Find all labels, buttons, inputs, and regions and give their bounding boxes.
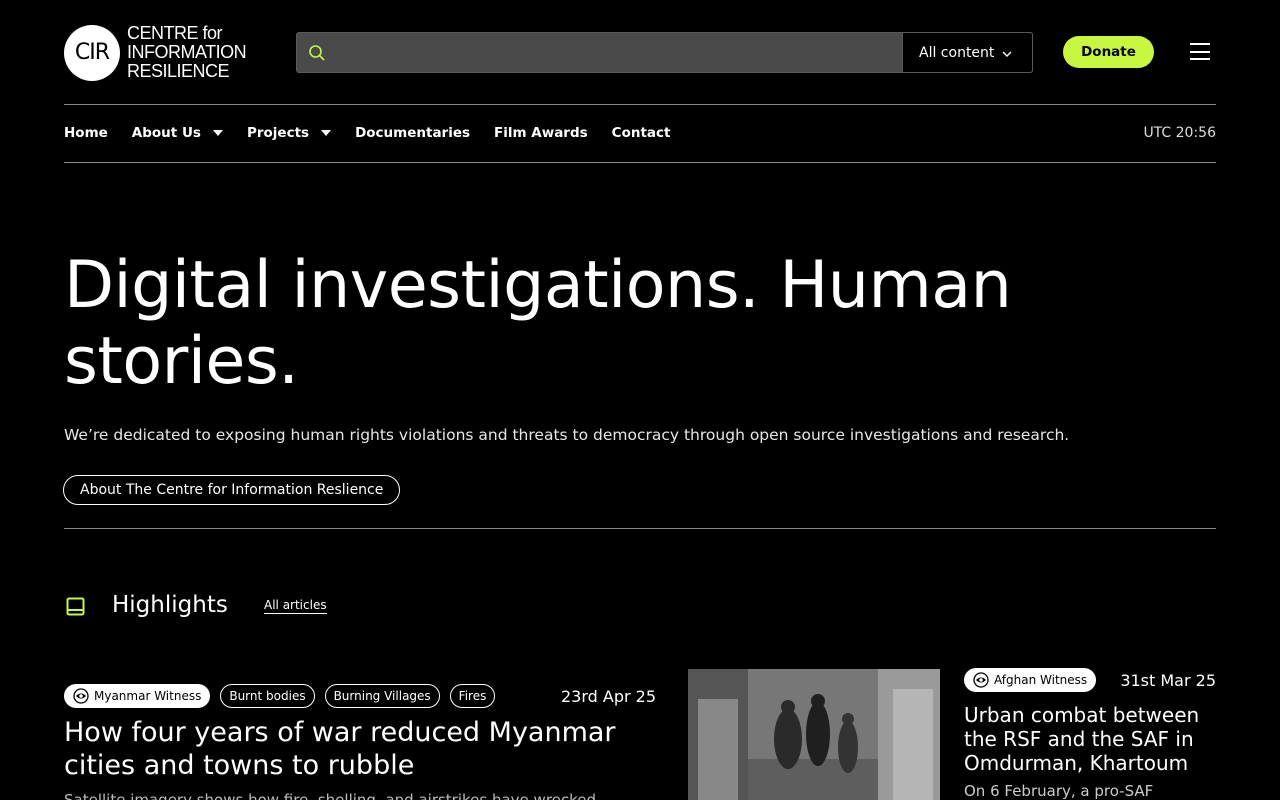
article-excerpt: On 6 February, a pro-SAF	[964, 782, 1154, 800]
search-bar: All content	[296, 32, 1033, 73]
tag[interactable]: Burnt bodies	[220, 684, 315, 708]
book-icon	[66, 597, 86, 620]
article-date: 23rd Apr 25	[560, 687, 656, 706]
about-cir-button[interactable]: About The Centre for Information Reslien…	[63, 475, 401, 505]
article-title[interactable]: Urban combat between the RSF and the SAF…	[964, 703, 1224, 775]
nav-contact[interactable]: Contact	[612, 125, 671, 141]
all-articles-link[interactable]: All articles	[264, 598, 327, 614]
article-photo[interactable]	[688, 669, 940, 800]
nav-home[interactable]: Home	[64, 125, 108, 141]
caret-down-icon	[321, 130, 332, 136]
main-nav: Home About Us Projects Documentaries Fil…	[64, 125, 670, 141]
logo-line: CENTRE for	[127, 23, 223, 43]
logo-wordmark: CENTRE for INFORMATION RESILIENCE	[127, 23, 247, 81]
section-divider	[64, 528, 1216, 529]
article-title[interactable]: How four years of war reduced Myanmar ci…	[64, 716, 664, 782]
search-icon[interactable]	[297, 33, 337, 72]
logo-line: INFORMATION	[127, 42, 247, 62]
nav-projects[interactable]: Projects	[247, 125, 332, 141]
eye-logo-icon	[973, 672, 989, 688]
logo-mark: CIR	[64, 24, 120, 81]
nav-film-awards[interactable]: Film Awards	[494, 125, 588, 141]
tag-project[interactable]: Myanmar Witness	[64, 684, 211, 708]
caret-down-icon	[212, 130, 223, 136]
search-input[interactable]	[337, 33, 902, 72]
hero-subtitle: We’re dedicated to exposing human rights…	[64, 426, 1070, 444]
article-tags: Afghan Witness	[964, 668, 1097, 692]
search-scope-label: All content	[919, 44, 995, 61]
tag[interactable]: Burning Villages	[324, 684, 440, 708]
tag-project[interactable]: Afghan Witness	[964, 668, 1097, 692]
search-scope-select[interactable]: All content	[902, 32, 1033, 73]
utc-clock: UTC 20:56	[1143, 125, 1216, 141]
article-tags: Myanmar Witness Burnt bodies Burning Vil…	[64, 684, 496, 708]
header-divider	[64, 104, 1216, 105]
tag[interactable]: Fires	[449, 684, 496, 708]
nav-about-us[interactable]: About Us	[132, 125, 223, 141]
nav-divider	[64, 162, 1216, 163]
nav-documentaries[interactable]: Documentaries	[355, 125, 470, 141]
hamburger-menu-icon[interactable]	[1190, 43, 1210, 60]
cir-logo[interactable]: CIR CENTRE for INFORMATION RESILIENCE	[64, 23, 247, 81]
eye-logo-icon	[73, 688, 89, 704]
chevron-down-icon	[1002, 45, 1012, 61]
donate-button[interactable]: Donate	[1063, 36, 1154, 68]
highlights-heading: Highlights	[112, 592, 228, 618]
article-date: 31st Mar 25	[1120, 671, 1216, 690]
article-excerpt: Satellite imagery shows how fire, shelli…	[64, 791, 597, 800]
logo-line: RESILIENCE	[127, 61, 230, 81]
hero-title: Digital investigations. Human stories.	[64, 248, 1012, 399]
